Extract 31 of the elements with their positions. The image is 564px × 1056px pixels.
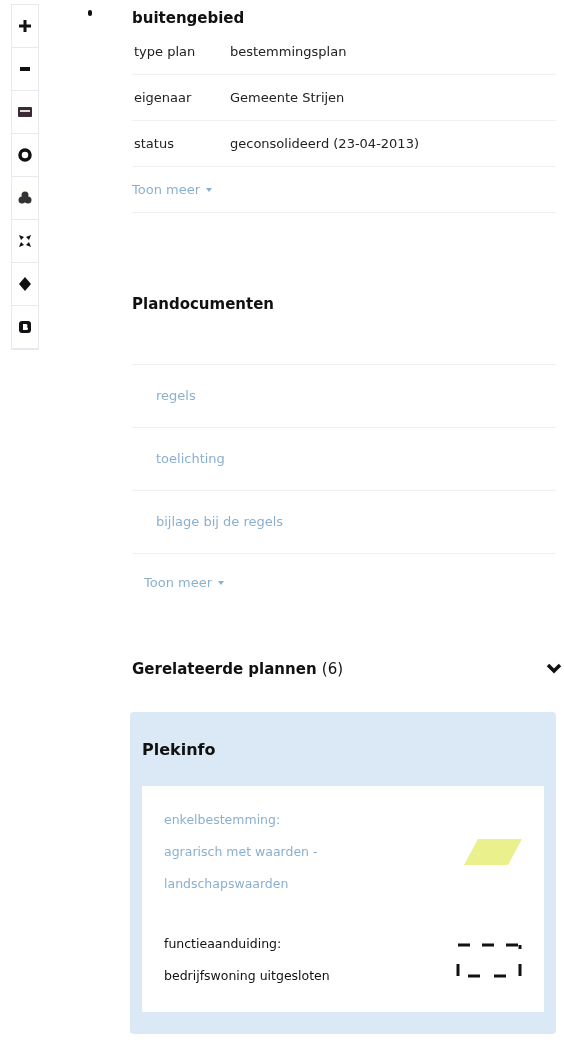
property-label: type plan [133,42,197,61]
document-link[interactable]: bijlage bij de regels [156,512,284,532]
plan-name: buitengebied [132,7,245,29]
chevron-icon[interactable] [546,663,562,675]
plus-icon [17,18,33,34]
zoning-link[interactable]: enkelbestemming: agrarisch met waarden - landschapswaarden [164,804,318,900]
square-icon [17,319,33,335]
document-link[interactable]: toelichting [156,449,225,469]
show-more-link[interactable]: Toon meer [144,573,224,593]
minus-icon [17,67,33,71]
bullet-icon [88,10,92,16]
section-title: Plandocumenten [132,293,275,315]
property-label: eigenaar [133,88,193,107]
caret-icon [218,581,224,585]
expand-icon [17,233,33,249]
caret-icon [206,187,212,192]
diamond-icon [17,276,33,292]
cluster-icon [17,190,33,206]
property-value: geconsolideerd (23-04-2013) [230,134,419,153]
dashed-outline-icon [456,942,522,978]
section-title: Gerelateerde plannen (6) [132,658,344,680]
property-value: bestemmingsplan [230,42,347,61]
panel-title: Plekinfo [142,739,217,761]
area-swatch-icon [464,839,522,865]
property-value: Gemeente Strijen [230,88,345,107]
property-label: status [133,134,175,153]
panel-icon [17,106,33,118]
show-more-link[interactable]: Toon meer [132,179,212,200]
function-label: functieaanduiding: bedrijfswoning uitgesloten [164,935,330,985]
ring-icon [17,147,33,163]
document-link[interactable]: regels [156,386,196,406]
